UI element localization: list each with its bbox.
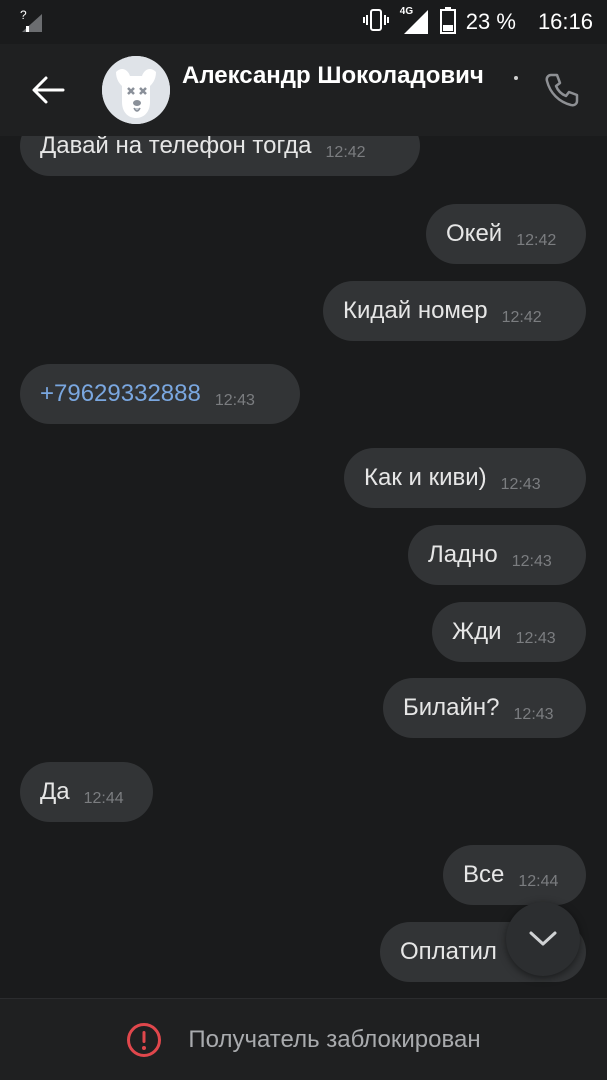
message-bubble-outgoing[interactable]: Ладно 12:43 [408,525,586,585]
message-text: Ладно [428,541,498,568]
message-text: Кидай номер [343,297,488,324]
signal-unknown-icon: ? [20,8,44,32]
vibrate-icon [362,7,390,38]
message-bubble-incoming[interactable]: +79629332888 12:43 [20,364,300,424]
message-bubble-incoming[interactable]: Да 12:44 [20,762,153,822]
vk-dog-avatar [102,56,170,124]
message-time: 12:43 [214,392,255,409]
battery-percent: 23 % [465,9,516,34]
svg-text:?: ? [20,8,27,22]
chat-header: Александр Шоколадович [0,44,607,136]
message-bubble-outgoing[interactable]: Билайн? 12:43 [383,678,586,738]
status-bar: ? 4G 23 % 16:16 [0,0,607,44]
message-time: 12:42 [325,144,366,161]
message-time: 12:44 [518,873,559,890]
arrow-left-icon [32,76,65,104]
chevron-down-icon [529,931,557,946]
message-time: 12:43 [500,476,541,493]
recipient-blocked-bar: Получатель заблокирован [0,998,607,1080]
alert-circle-icon [127,1022,162,1057]
message-text: Жди [452,618,502,645]
message-time: 12:42 [516,232,557,249]
message-time: 12:44 [83,790,124,807]
network-signal-icon: 4G [399,6,430,36]
message-text: Оплатил [400,938,497,965]
back-button[interactable] [24,66,72,114]
network-type-label: 4G [399,6,414,17]
phone-number-link[interactable]: +79629332888 [40,380,201,408]
message-time: 12:43 [513,706,554,723]
call-button[interactable] [538,66,586,114]
message-time: 12:43 [515,630,556,647]
message-list[interactable]: Давай на телефон тогда 12:42 Окей 12:42 … [0,136,607,998]
message-text: Билайн? [403,694,500,721]
clock: 16:16 [537,9,593,34]
online-status-dot [514,76,518,80]
message-bubble-outgoing[interactable]: Окей 12:42 [426,204,586,264]
phone-icon [545,73,579,107]
battery-icon [439,6,456,39]
message-bubble-incoming[interactable]: Давай на телефон тогда 12:42 [20,136,420,176]
message-text: Все [463,861,505,888]
message-time: 12:42 [501,309,542,326]
message-bubble-outgoing[interactable]: Как и киви) 12:43 [344,448,586,508]
message-text: Как и киви) [364,464,487,491]
message-text: Да [40,778,70,805]
message-bubble-outgoing[interactable]: Кидай номер 12:42 [323,281,586,341]
contact-name[interactable]: Александр Шоколадович [182,62,522,94]
scroll-to-bottom-button[interactable] [506,902,580,976]
message-bubble-outgoing[interactable]: Все 12:44 [443,845,586,905]
blocked-message: Получатель заблокирован [188,1025,481,1053]
message-time: 12:43 [511,553,552,570]
message-text: Давай на телефон тогда [40,136,312,159]
avatar[interactable] [102,56,170,124]
message-text: Окей [446,220,503,247]
message-bubble-outgoing[interactable]: Жди 12:43 [432,602,586,662]
